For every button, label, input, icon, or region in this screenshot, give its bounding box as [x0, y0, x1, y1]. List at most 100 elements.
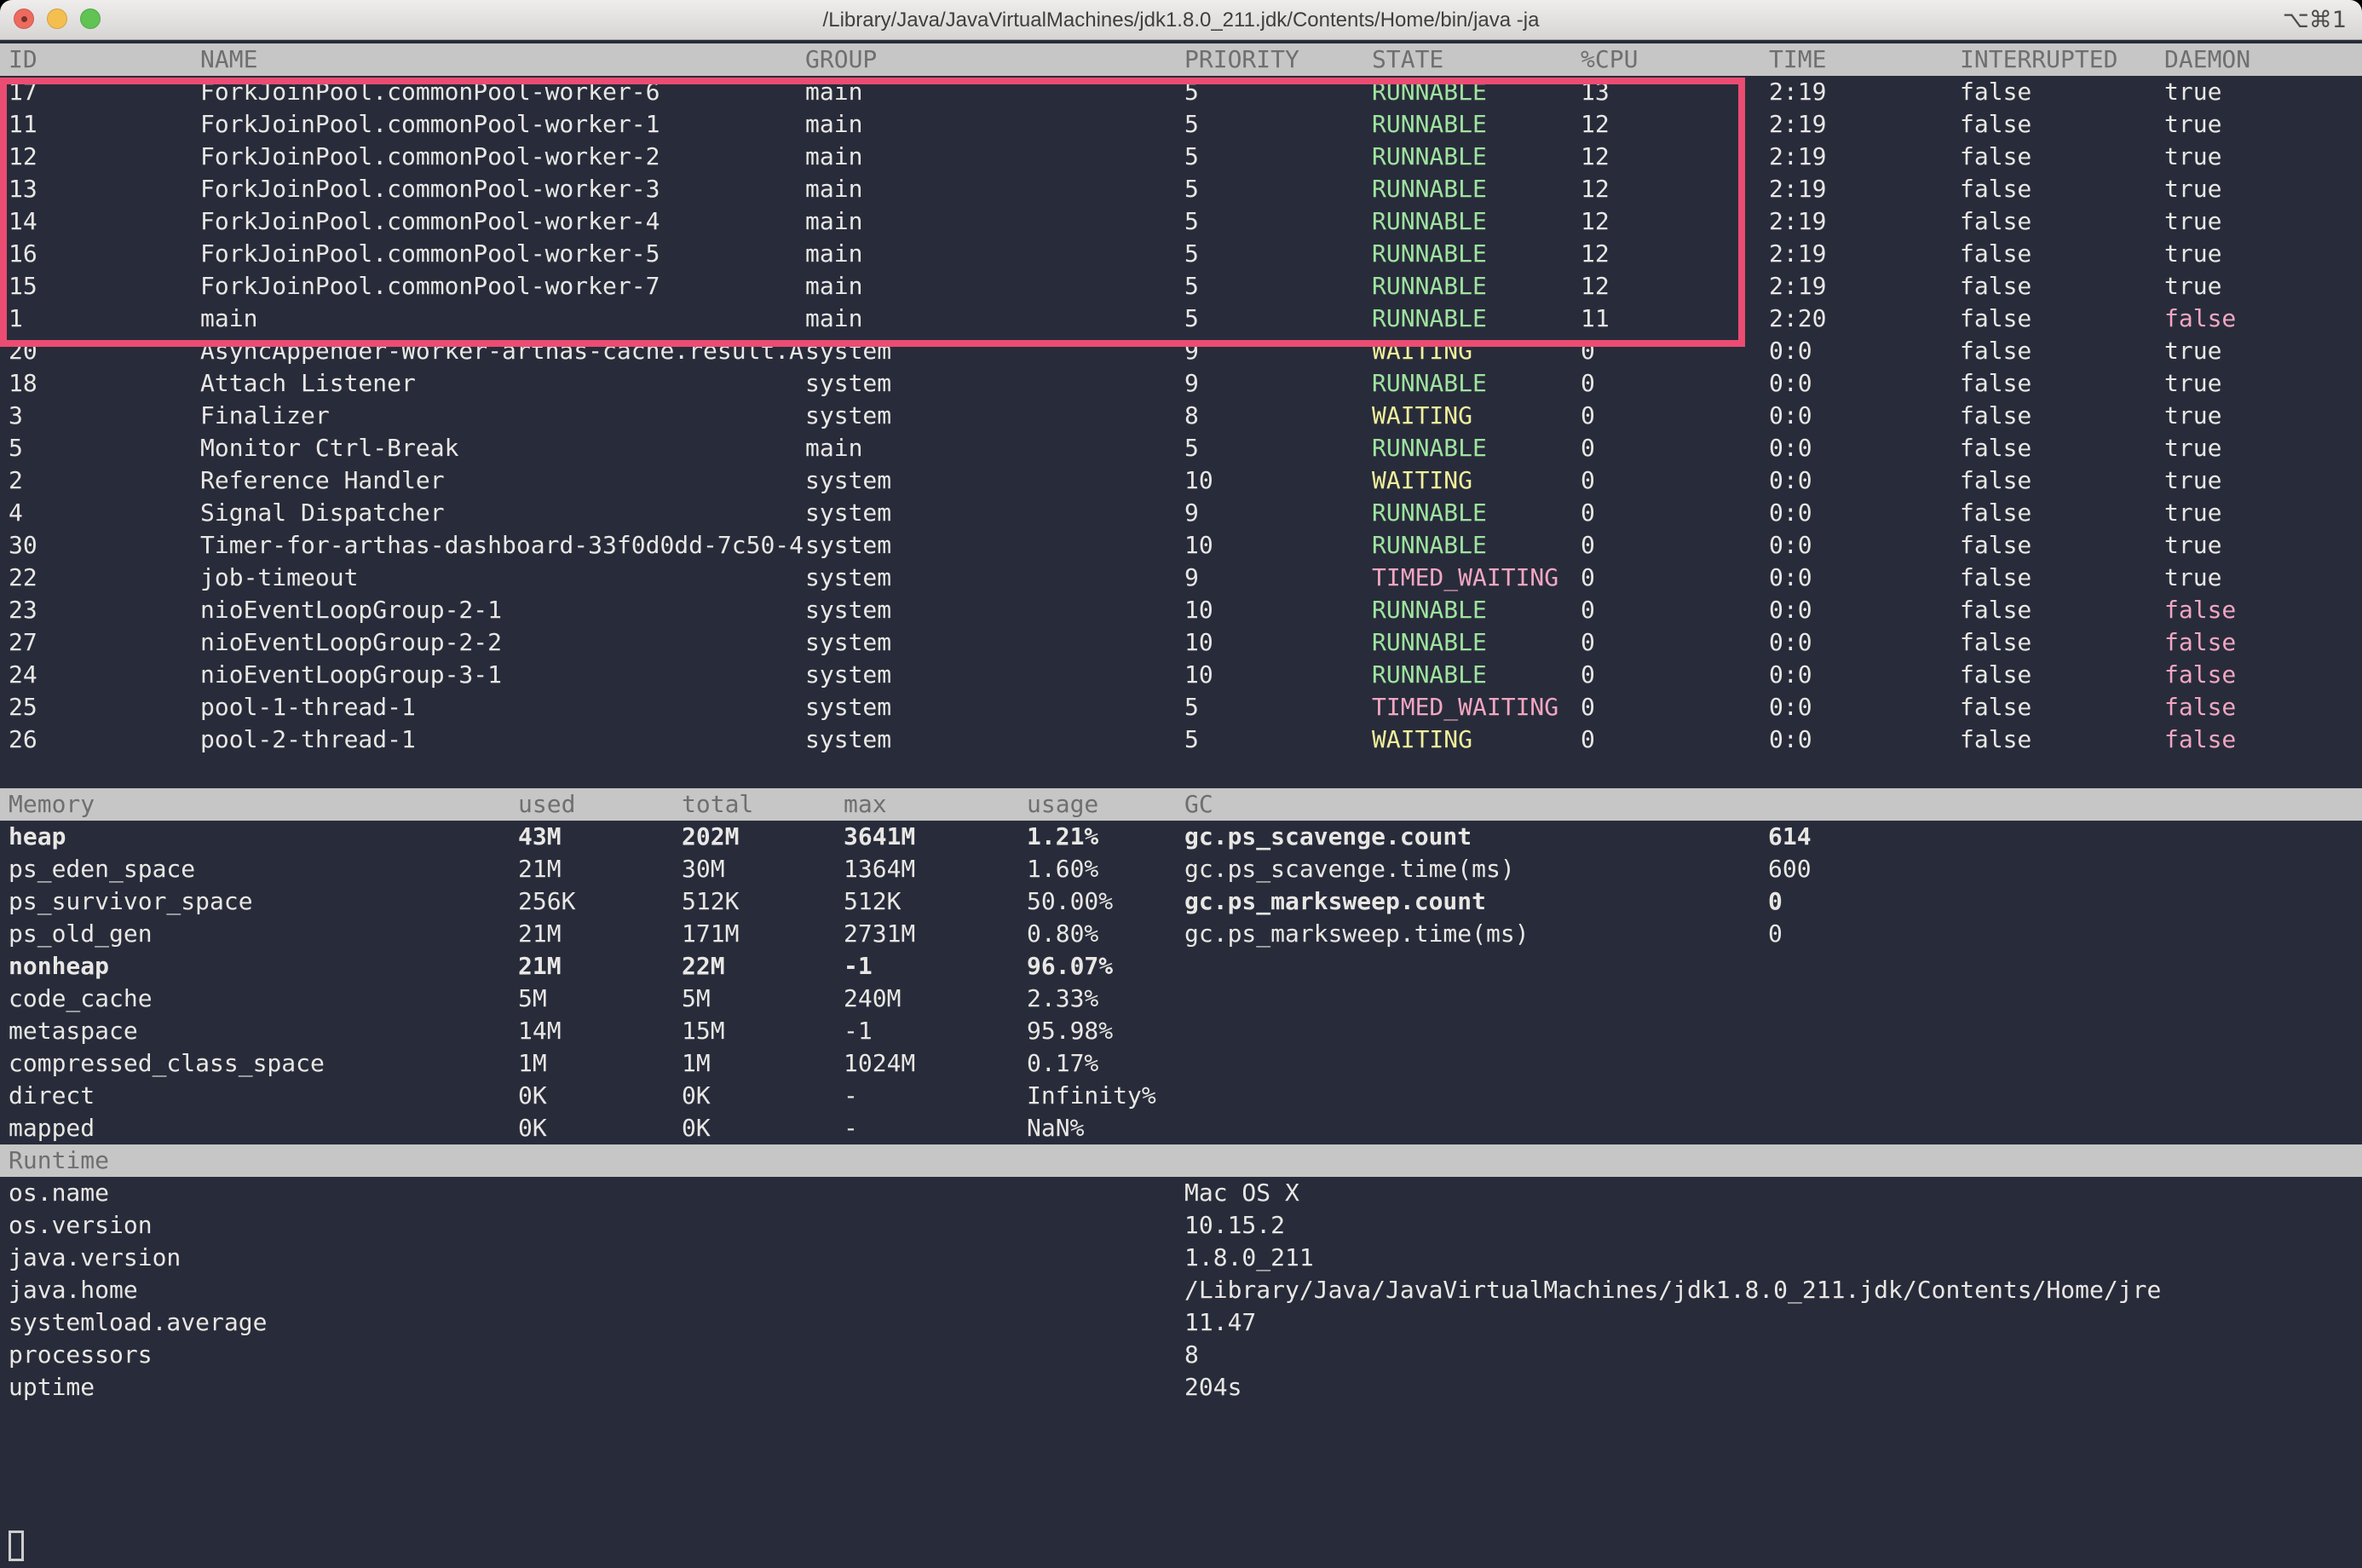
cell-state: TIMED_WAITING: [1372, 691, 1558, 723]
cell-cpu: 0: [1581, 529, 1595, 562]
cell-group: main: [805, 173, 862, 205]
cell-state: RUNNABLE: [1372, 529, 1487, 562]
cell-gc-label: gc.ps_marksweep.count: [1184, 885, 1486, 918]
cell-id: 25: [9, 691, 37, 723]
cell-runtime-key: processors: [9, 1339, 153, 1371]
cell-usage: 96.07%: [1027, 950, 1113, 983]
cell-id: 15: [9, 270, 37, 303]
table-row: gc.ps_marksweep.count0: [0, 885, 2362, 918]
table-row: nonheap21M22M-196.07%: [0, 950, 2362, 983]
terminal-screen[interactable]: ID NAME GROUP PRIORITY STATE %CPU TIME I…: [0, 40, 2362, 1568]
cell-gc-label: gc.ps_marksweep.time(ms): [1184, 918, 1530, 950]
cell-used: 0K: [518, 1112, 547, 1144]
cell-usage: 95.98%: [1027, 1015, 1113, 1047]
cell-runtime-value: 204s: [1184, 1371, 1241, 1404]
cell-cpu: 0: [1581, 367, 1595, 400]
cell-name: ForkJoinPool.commonPool-worker-1: [200, 108, 660, 141]
cell-time: 0:0: [1769, 691, 1812, 723]
cell-state: WAITING: [1372, 464, 1472, 497]
cell-max: 240M: [844, 983, 901, 1015]
cell-state: RUNNABLE: [1372, 173, 1487, 205]
gc-rows: gc.ps_scavenge.count614gc.ps_scavenge.ti…: [0, 821, 2362, 950]
cell-id: 24: [9, 659, 37, 691]
cell-gc-value: 614: [1768, 821, 1812, 853]
table-row: 20AsyncAppender-Worker-arthas-cache.resu…: [0, 335, 2362, 367]
table-row: 5Monitor Ctrl-Breakmain5RUNNABLE00:0fals…: [0, 432, 2362, 464]
cell-priority: 5: [1184, 238, 1199, 270]
cell-interrupted: false: [1960, 141, 2031, 173]
cell-used: 14M: [518, 1015, 562, 1047]
table-row: java.home/Library/Java/JavaVirtualMachin…: [0, 1274, 2362, 1306]
table-row: 22job-timeoutsystem9TIMED_WAITING00:0fal…: [0, 562, 2362, 594]
cell-id: 5: [9, 432, 23, 464]
thread-table: ID NAME GROUP PRIORITY STATE %CPU TIME I…: [0, 43, 2362, 756]
col-header-priority: PRIORITY: [1184, 43, 1299, 76]
col-header-group: GROUP: [805, 43, 877, 76]
cell-used: 1M: [518, 1047, 547, 1080]
cell-interrupted: false: [1960, 659, 2031, 691]
table-row: direct0K0K-Infinity%: [0, 1080, 2362, 1112]
cell-group: system: [805, 562, 891, 594]
cell-state: WAITING: [1372, 723, 1472, 756]
cell-priority: 5: [1184, 141, 1199, 173]
cell-total: 0K: [682, 1080, 711, 1112]
cell-priority: 5: [1184, 270, 1199, 303]
cell-name: job-timeout: [200, 562, 358, 594]
cell-total: 15M: [682, 1015, 725, 1047]
col-header-max: max: [844, 788, 887, 821]
cell-time: 0:0: [1769, 659, 1812, 691]
cell-daemon: true: [2164, 108, 2221, 141]
cell-cpu: 12: [1581, 238, 1610, 270]
cell-interrupted: false: [1960, 367, 2031, 400]
cell-time: 0:0: [1769, 335, 1812, 367]
cell-daemon: true: [2164, 562, 2221, 594]
cell-group: system: [805, 594, 891, 626]
table-row: 27nioEventLoopGroup-2-2system10RUNNABLE0…: [0, 626, 2362, 659]
cell-priority: 5: [1184, 108, 1199, 141]
cell-cpu: 0: [1581, 400, 1595, 432]
thread-table-header: ID NAME GROUP PRIORITY STATE %CPU TIME I…: [0, 43, 2362, 76]
cell-daemon: true: [2164, 238, 2221, 270]
cell-daemon: true: [2164, 335, 2221, 367]
cell-id: 22: [9, 562, 37, 594]
cell-group: system: [805, 497, 891, 529]
cell-max: 1024M: [844, 1047, 915, 1080]
cell-id: 1: [9, 303, 23, 335]
cell-name: ForkJoinPool.commonPool-worker-5: [200, 238, 660, 270]
cell-daemon: false: [2164, 594, 2236, 626]
cell-id: 12: [9, 141, 37, 173]
cell-name: ForkJoinPool.commonPool-worker-2: [200, 141, 660, 173]
cell-cpu: 0: [1581, 497, 1595, 529]
cell-daemon: true: [2164, 432, 2221, 464]
cell-total: 5M: [682, 983, 711, 1015]
cell-usage: NaN%: [1027, 1112, 1084, 1144]
cell-time: 2:19: [1769, 238, 1826, 270]
cell-cpu: 0: [1581, 626, 1595, 659]
cell-priority: 10: [1184, 464, 1213, 497]
cell-time: 2:19: [1769, 270, 1826, 303]
cell-name: Finalizer: [200, 400, 330, 432]
cell-time: 2:19: [1769, 76, 1826, 108]
cell-name: Monitor Ctrl-Break: [200, 432, 458, 464]
cell-interrupted: false: [1960, 594, 2031, 626]
cell-interrupted: false: [1960, 205, 2031, 238]
cell-gc-value: 600: [1768, 853, 1812, 885]
cell-state: WAITING: [1372, 335, 1472, 367]
runtime-table-header: Runtime: [0, 1144, 2362, 1177]
cell-priority: 5: [1184, 723, 1199, 756]
cell-group: main: [805, 205, 862, 238]
cell-cpu: 0: [1581, 464, 1595, 497]
cell-id: 26: [9, 723, 37, 756]
cell-name: AsyncAppender-Worker-arthas-cache.result…: [200, 335, 804, 367]
cell-daemon: true: [2164, 173, 2221, 205]
cell-time: 0:0: [1769, 529, 1812, 562]
cell-cpu: 11: [1581, 303, 1610, 335]
cell-priority: 5: [1184, 691, 1199, 723]
cell-time: 0:0: [1769, 400, 1812, 432]
cell-id: 3: [9, 400, 23, 432]
cell-runtime-value: 8: [1184, 1339, 1199, 1371]
col-header-time: TIME: [1769, 43, 1826, 76]
cell-group: system: [805, 464, 891, 497]
cell-name: ForkJoinPool.commonPool-worker-3: [200, 173, 660, 205]
cell-priority: 5: [1184, 303, 1199, 335]
